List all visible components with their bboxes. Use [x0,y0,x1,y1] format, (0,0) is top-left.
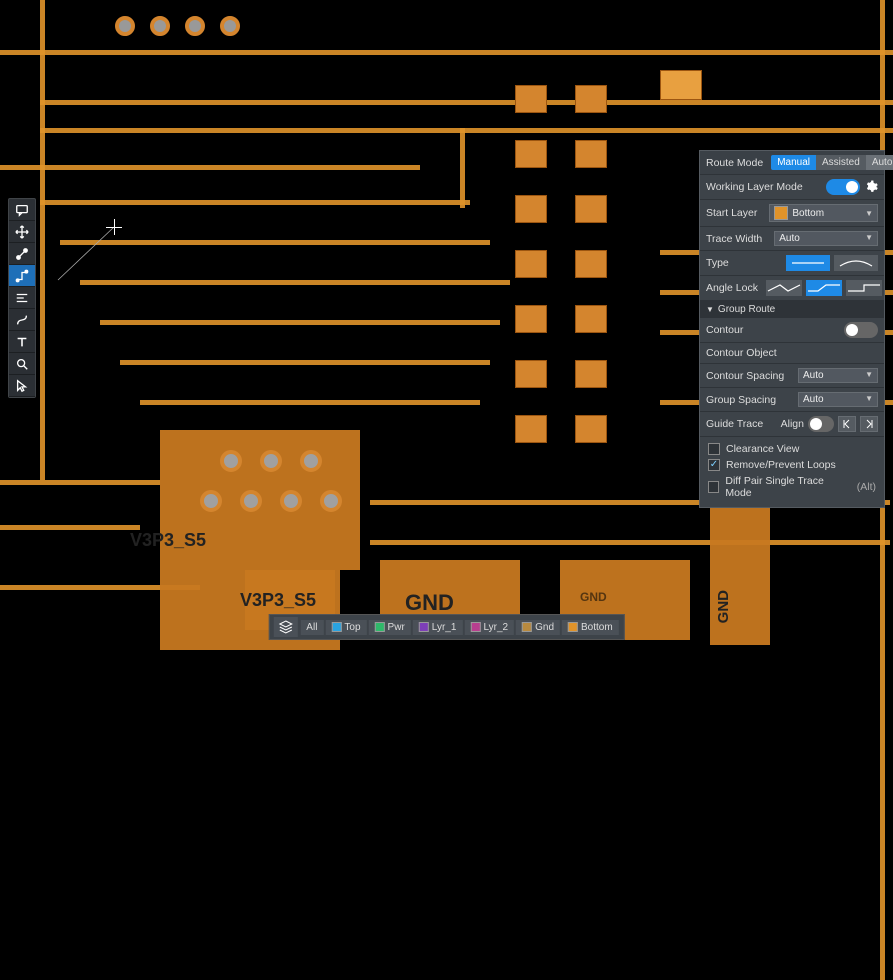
guide-trace-label: Guide Trace [706,418,763,430]
net-label: GND [405,590,454,616]
tool-path[interactable] [9,309,35,331]
layer-lyr2-button[interactable]: Lyr_2 [464,620,514,635]
trace-width-value: Auto [779,233,800,244]
tool-route[interactable] [9,265,35,287]
route-mode-auto[interactable]: Auto [866,155,893,170]
clearance-view-label: Clearance View [726,443,799,455]
net-label: GND [580,590,607,604]
contour-object-label: Contour Object [706,347,777,359]
group-route-section[interactable]: Group Route [700,301,884,318]
route-mode-manual[interactable]: Manual [771,155,816,170]
working-layer-mode-toggle[interactable] [826,179,860,195]
layers-icon[interactable] [273,617,297,637]
align-label: Align [781,418,804,430]
tool-text[interactable] [9,331,35,353]
tool-connect[interactable] [9,243,35,265]
angle-lock-45[interactable] [806,280,842,296]
contour-label: Contour [706,324,743,336]
start-layer-value: Bottom [792,208,824,219]
gear-icon[interactable] [864,180,878,194]
layer-bar: All Top Pwr Lyr_1 Lyr_2 Gnd Bottom [268,614,624,640]
contour-spacing-dropdown[interactable]: Auto [798,368,878,383]
layer-top-button[interactable]: Top [325,620,366,635]
route-mode-title: Route Mode [706,157,763,169]
layer-bottom-button[interactable]: Bottom [562,620,619,635]
route-mode-panel: Route Mode Manual Assisted Auto Working … [699,150,885,508]
diff-pair-shortcut: (Alt) [857,481,876,493]
group-spacing-dropdown[interactable]: Auto [798,392,878,407]
type-label: Type [706,257,729,269]
diff-pair-checkbox[interactable] [708,481,719,493]
contour-spacing-value: Auto [803,370,824,381]
layer-color-swatch [774,206,788,220]
contour-spacing-label: Contour Spacing [706,370,784,382]
align-toggle[interactable] [808,416,834,432]
angle-lock-free[interactable] [766,280,802,296]
start-layer-label: Start Layer [706,207,757,219]
group-spacing-label: Group Spacing [706,394,776,406]
layer-lyr1-button[interactable]: Lyr_1 [413,620,463,635]
guide-next-button[interactable] [860,416,878,432]
tool-zoom[interactable] [9,353,35,375]
trace-width-dropdown[interactable]: Auto [774,231,878,246]
type-arc[interactable] [834,255,878,271]
start-layer-dropdown[interactable]: Bottom [769,204,878,222]
tool-move[interactable] [9,221,35,243]
remove-loops-label: Remove/Prevent Loops [726,459,836,471]
angle-lock-label: Angle Lock [706,282,758,294]
tool-select[interactable] [9,375,35,397]
tool-comment[interactable] [9,199,35,221]
group-spacing-value: Auto [803,394,824,405]
layer-gnd-button[interactable]: Gnd [516,620,560,635]
remove-loops-checkbox[interactable] [708,459,720,471]
layer-all-button[interactable]: All [300,620,323,635]
net-label: V3P3_S5 [240,590,316,611]
net-label: V3P3_S5 [130,530,206,551]
trace-width-label: Trace Width [706,233,762,245]
tool-align[interactable] [9,287,35,309]
route-mode-assisted[interactable]: Assisted [816,155,866,170]
guide-prev-button[interactable] [838,416,856,432]
layer-pwr-button[interactable]: Pwr [369,620,411,635]
clearance-view-checkbox[interactable] [708,443,720,455]
diff-pair-label: Diff Pair Single Trace Mode [725,475,844,499]
type-straight[interactable] [786,255,830,271]
group-route-label: Group Route [718,304,775,315]
net-label: GND [715,590,732,623]
working-layer-mode-label: Working Layer Mode [706,181,803,193]
left-toolbar [8,198,36,398]
contour-toggle[interactable] [844,322,878,338]
angle-lock-90[interactable] [846,280,882,296]
